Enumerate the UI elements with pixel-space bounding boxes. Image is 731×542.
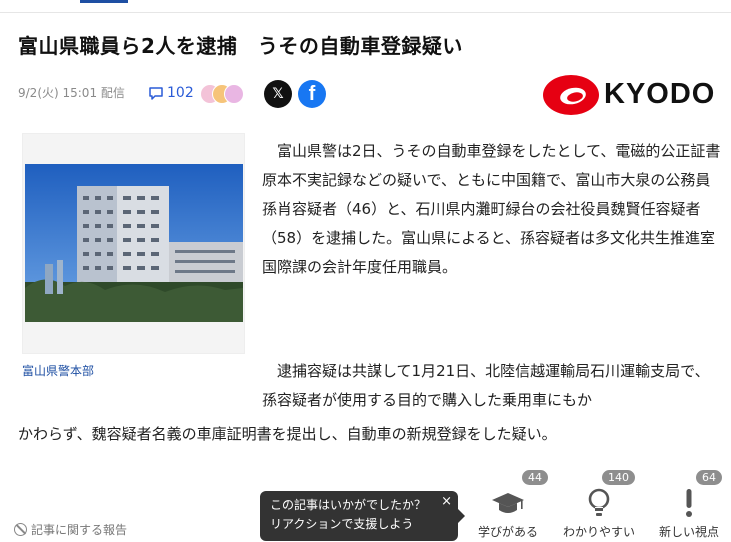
comment-count: 102	[167, 85, 194, 101]
kyodo-wordmark: KYODO	[604, 78, 716, 110]
facebook-logo-icon: f	[308, 82, 316, 105]
reaction-prompt-tooltip: この記事はいかがでしたか？ リアクションで支援しよう ×	[260, 491, 465, 541]
comment-icon	[149, 87, 163, 100]
face-icon	[224, 84, 244, 104]
delivery-label: 配信	[100, 86, 125, 100]
report-label: 記事に関する報告	[31, 523, 128, 537]
article-meta: 9/2(火) 15:01 配信	[18, 84, 125, 101]
reaction-label: 学びがある	[477, 525, 538, 539]
ban-icon	[14, 523, 27, 536]
active-tab-indicator	[80, 0, 128, 3]
x-logo-icon: 𝕏	[272, 86, 284, 102]
reaction-count: 64	[696, 470, 722, 485]
share-x-button[interactable]: 𝕏	[264, 80, 292, 108]
reaction-count: 140	[602, 470, 635, 485]
tooltip-line1: この記事はいかがでしたか？	[270, 498, 427, 512]
top-divider	[0, 12, 731, 13]
publish-date: 9/2(火) 15:01	[18, 86, 98, 100]
tooltip-arrow	[458, 509, 465, 523]
comment-count-link[interactable]: 102	[148, 84, 194, 102]
share-facebook-button[interactable]: f	[298, 80, 326, 108]
paragraph-2-part1: 逮捕容疑は共謀して1月21日、北陸信越運輸局石川運輸支局で、孫容疑者が使用する目…	[262, 362, 710, 409]
lightbulb-icon	[588, 488, 610, 516]
reaction-label: わかりやすい	[562, 525, 635, 539]
exclamation-icon	[686, 489, 692, 517]
article-photo[interactable]	[22, 133, 245, 354]
graduation-cap-icon	[492, 493, 524, 513]
close-icon[interactable]: ×	[441, 492, 452, 511]
tooltip-line2: リアクションで支援しよう	[270, 517, 414, 531]
police-hq-photo	[25, 164, 243, 322]
kyodo-logo[interactable]: KYODO	[542, 72, 718, 118]
reaction-label: 新しい視点	[658, 525, 719, 539]
photo-caption: 富山県警本部	[22, 364, 95, 378]
kyodo-mark-icon	[543, 75, 599, 115]
report-link[interactable]: 記事に関する報告	[14, 521, 127, 538]
article-title: 富山県職員ら2人を逮捕 うその自動車登録疑い	[18, 34, 463, 58]
reaction-faces	[200, 84, 252, 104]
paragraph-2-part2: かわらず、魏容疑者名義の車庫証明書を提出し、自動車の新規登録をした疑い。	[18, 425, 557, 443]
reaction-count: 44	[522, 470, 548, 485]
paragraph-1: 富山県警は2日、うその自動車登録をしたとして、電磁的公正証書原本不実記録などの疑…	[262, 142, 721, 276]
